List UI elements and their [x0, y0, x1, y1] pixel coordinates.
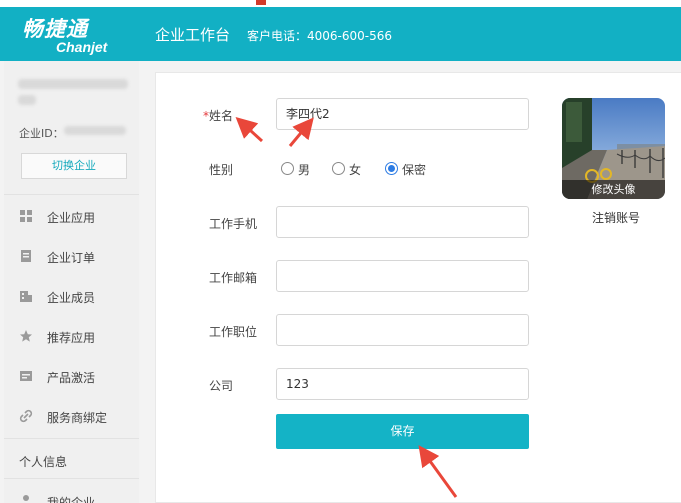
radio-circle [332, 162, 345, 175]
sidebar-item-label: 产品激活 [47, 371, 96, 385]
sidebar-item-enterprise-orders[interactable]: 企业订单 [4, 239, 139, 275]
star-icon [20, 330, 32, 342]
gender-label: 性别 [209, 163, 234, 177]
radio-label: 保密 [402, 163, 427, 177]
sidebar-item-label: 企业成员 [47, 291, 96, 305]
radio-circle [281, 162, 294, 175]
sidebar-item-enterprise-apps[interactable]: 企业应用 [4, 199, 139, 235]
profile-form-panel: *姓名 李四代2 性别 男 女 保密 工作手机 工作邮箱 工作职位 公司 123… [155, 72, 681, 503]
activate-icon [20, 371, 32, 381]
work-email-input[interactable] [276, 260, 529, 292]
sidebar-item-product-activation[interactable]: 产品激活 [4, 359, 139, 395]
top-strip-mark [256, 0, 266, 5]
customer-phone: 客户电话：4006-600-566 [247, 29, 393, 43]
name-label-text: 姓名 [209, 109, 234, 123]
user-icon [23, 495, 29, 501]
top-strip [0, 0, 681, 7]
change-avatar-caption[interactable]: 修改头像 [562, 180, 665, 199]
sidebar-divider [4, 438, 139, 439]
avatar[interactable]: 修改头像 [562, 98, 665, 199]
work-phone-label: 工作手机 [209, 217, 258, 231]
chanjet-logo[interactable]: 畅捷通 Chanjet [22, 13, 122, 57]
sidebar-divider [4, 194, 139, 195]
apps-icon [20, 210, 32, 222]
sidebar-item-my-enterprise[interactable]: 我的企业 [4, 484, 139, 503]
radio-label: 女 [349, 163, 362, 177]
enterprise-name-redacted [18, 79, 128, 89]
radio-circle-selected [385, 162, 398, 175]
personal-info-section[interactable]: 个人信息 [19, 453, 67, 470]
app-header: 畅捷通 Chanjet 企业工作台 客户电话：4006-600-566 [0, 7, 681, 61]
members-icon [20, 291, 32, 302]
work-position-input[interactable] [276, 314, 529, 346]
company-input[interactable]: 123 [276, 368, 529, 400]
sidebar-item-label: 服务商绑定 [47, 411, 108, 425]
sidebar-item-recommended-apps[interactable]: 推荐应用 [4, 319, 139, 355]
cancel-account-link[interactable]: 注销账号 [592, 209, 640, 226]
save-button[interactable]: 保存 [276, 414, 529, 449]
sidebar-item-label: 推荐应用 [47, 331, 96, 345]
sidebar-item-provider-binding[interactable]: 服务商绑定 [4, 399, 139, 435]
enterprise-id-label: 企业ID： [19, 127, 64, 140]
name-label: *姓名 [203, 107, 233, 124]
sidebar-item-label: 企业订单 [47, 251, 96, 265]
sidebar-item-label: 我的企业 [47, 496, 96, 503]
name-input[interactable]: 李四代2 [276, 98, 529, 130]
enterprise-id-redacted [64, 126, 126, 135]
radio-label: 男 [298, 163, 311, 177]
company-label: 公司 [209, 379, 234, 393]
sidebar-item-enterprise-members[interactable]: 企业成员 [4, 279, 139, 315]
sidebar-divider [4, 478, 139, 479]
switch-enterprise-button[interactable]: 切换企业 [21, 153, 127, 179]
enterprise-name-redacted-2 [18, 95, 36, 105]
work-phone-input[interactable] [276, 206, 529, 238]
work-email-label: 工作邮箱 [209, 271, 258, 285]
logo-english-text: Chanjet [56, 39, 108, 55]
order-icon [21, 250, 31, 262]
sidebar: 企业ID： 切换企业 企业应用 企业订单 企业成员 推荐应用 产品激活 服务商绑… [4, 61, 139, 503]
sidebar-item-label: 企业应用 [47, 211, 96, 225]
link-icon [19, 409, 33, 423]
work-position-label: 工作职位 [209, 325, 258, 339]
app-title: 企业工作台 [155, 26, 231, 44]
